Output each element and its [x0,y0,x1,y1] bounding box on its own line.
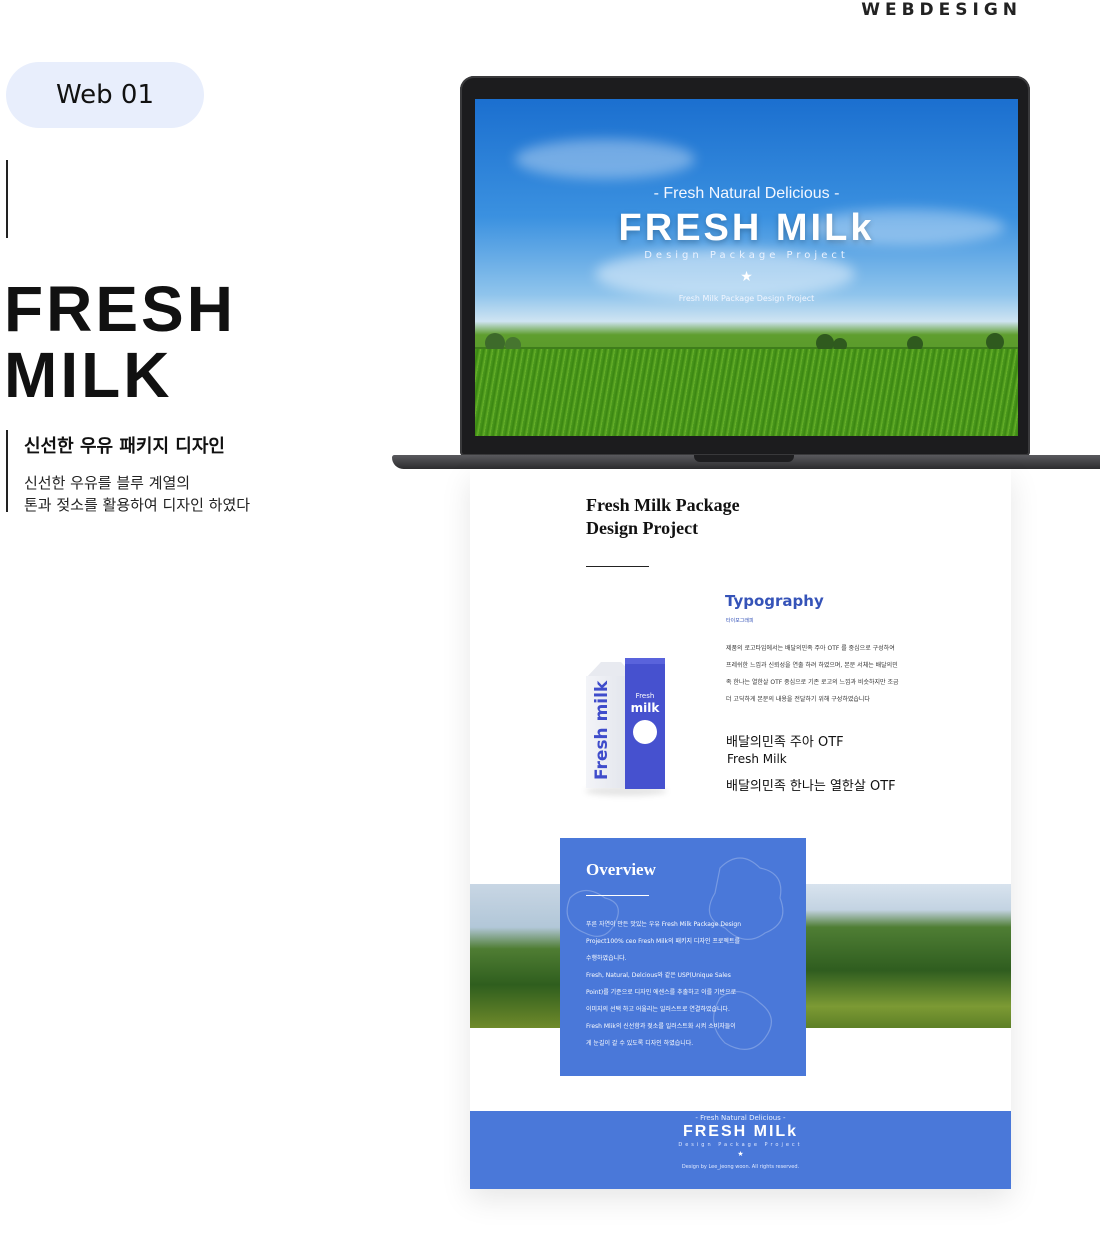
overview-line: Fresh Mlik의 신선함과 젖소를 일러스트화 시켜 소비자들이 [586,1023,736,1030]
carton-brand: Fresh milk [592,680,612,780]
cloud-shape [515,139,695,179]
carton-label-small: Fresh [635,692,655,700]
overview-line: 게 눈길이 갈 수 있도록 디자인 하였습니다. [586,1040,694,1047]
category-label: WEBDESIGN [861,0,1022,20]
footer-tagline: - Fresh Natural Delicious - [695,1114,786,1122]
landscape-image-right [806,884,1011,1028]
page-preview [470,469,1011,1189]
overview-line: 이미지의 선택 하고 어울리는 일러스트로 연결하였습니다. [586,1006,730,1013]
screen-subtitle: Design Package Project [644,250,849,261]
project-title-line1: FRESH [4,273,236,345]
desc-line1: 신선한 우유를 블루 계열의 [24,474,191,492]
cow-icon [633,720,657,744]
grass-field [475,349,1018,436]
page-title-line2: Design Project [586,518,699,538]
overview-rule [586,895,649,896]
star-icon: ★ [740,269,753,285]
page-title-line1: Fresh Milk Package [586,495,740,515]
screen-title: FRESH MILk [618,207,875,249]
page-footer: - Fresh Natural Delicious - FRESH MILk D… [470,1111,1011,1189]
font-sample-1: 배달의민족 주아 OTF [726,735,844,750]
overview-line: 푸른 자연이 만든 맛있는 우유 Fresh Milk Package Desi… [586,921,742,928]
overview-line: 수행하였습니다. [586,955,627,962]
page-title: Fresh Milk Package Design Project [586,494,740,540]
overview-line: Fresh, Natural, Delcious와 같은 USP(Unique … [586,972,731,979]
overview-heading: Overview [586,860,656,879]
carton-label-big: milk [630,701,660,715]
star-icon: ★ [737,1150,744,1158]
typography-subheading: 타이포그래피 [726,618,754,624]
project-title-line2: MILK [4,339,173,411]
screen-caption: Fresh Milk Package Design Project [678,294,815,303]
overview-line: Project100% ceo Fresh Milk의 패키지 디자인 프로젝트… [586,938,740,945]
milk-carton-blue: Fresh milk [625,664,665,789]
project-subtitle: 신선한 우유 패키지 디자인 [24,436,225,457]
laptop-screen: - Fresh Natural Delicious - FRESH MILk D… [475,99,1018,436]
font-sample-2: Fresh Milk [727,752,787,766]
project-title: FRESH MILK [4,276,236,408]
overview-line: Point)를 기준으로 디자인 에센스를 추출하고 이를 기반으로 [586,989,737,996]
project-description: 신선한 우유를 블루 계열의 톤과 젖소를 활용하여 디자인 하였다 [24,472,250,516]
laptop-notch [694,455,794,462]
desc-line2: 톤과 젖소를 활용하여 디자인 하였다 [24,496,251,514]
footer-copyright: Design by Lee_jeong woon. All rights res… [681,1164,800,1170]
title-rule [586,566,649,567]
project-badge[interactable]: Web 01 [6,62,204,128]
footer-subtitle: Design Package Project [678,1142,803,1148]
typography-body: 제품의 로고타입에서는 배달의민족 주아 OTF 를 중심으로 구성하여 프레쉬… [726,645,899,703]
footer-title: FRESH MILk [682,1123,799,1140]
landscape-image-left [470,884,561,1028]
screen-tagline: - Fresh Natural Delicious - [653,185,840,202]
typography-heading: Typography [725,592,824,610]
divider-bar-2 [6,430,8,512]
divider-bar [6,160,8,238]
overview-body: 푸른 자연이 만든 맛있는 우유 Fresh Milk Package Desi… [586,916,786,1052]
font-sample-3: 배달의민족 한나는 열한살 OTF [726,779,896,794]
